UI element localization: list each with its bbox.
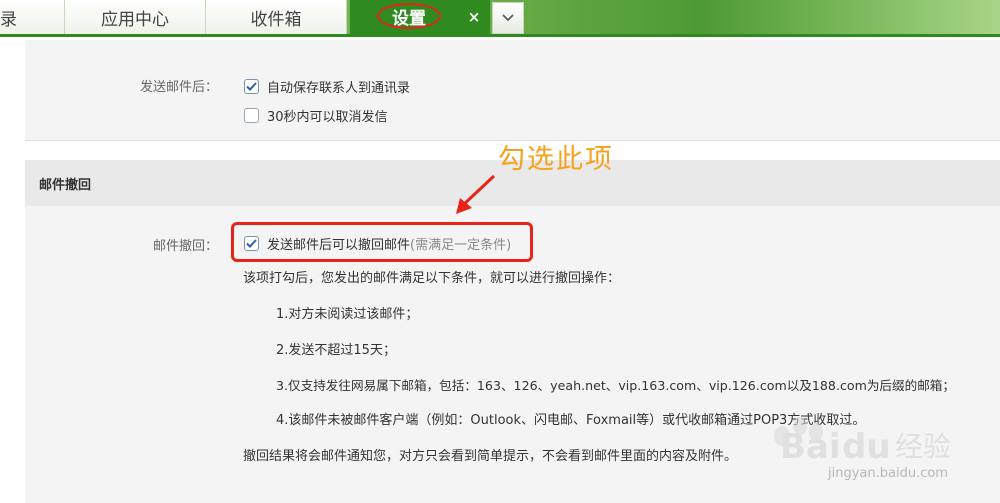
highlight-box [231,222,533,262]
svg-text:经验: 经验 [895,430,951,463]
undo-send-checkbox[interactable] [244,108,259,123]
recall-condition-2: 2.发送不超过15天； [276,343,396,358]
close-icon[interactable]: × [466,9,482,25]
tab-inbox-label: 收件箱 [250,9,302,30]
after-send-label: 发送邮件后： [139,80,218,95]
annotation-text: 勾选此项 [498,144,614,175]
svg-text:Bai: Bai [780,427,841,467]
undo-send-option[interactable]: 30秒内可以取消发信 [244,106,388,125]
tab-partial-label: 录 [0,9,17,30]
tab-partial[interactable]: 录 [0,0,65,34]
undo-send-label: 30秒内可以取消发信 [267,110,388,125]
recall-section-title: 邮件撤回 [39,177,92,193]
tab-settings-label: 设置 [377,3,441,29]
auto-save-contacts-option[interactable]: 自动保存联系人到通讯录 [244,77,410,96]
chevron-down-icon[interactable] [492,2,524,34]
tab-inbox[interactable]: 收件箱 [206,0,347,34]
recall-condition-1: 1.对方未阅读过该邮件； [276,307,419,322]
tab-app-center-label: 应用中心 [101,9,169,30]
auto-save-contacts-checkbox[interactable] [244,79,259,94]
recall-condition-3: 3.仅支持发往网易属下邮箱，包括：163、126、yeah.net、vip.16… [276,378,955,393]
svg-text:du: du [842,427,891,467]
tab-app-center[interactable]: 应用中心 [65,0,206,34]
recall-label: 邮件撤回： [152,239,218,254]
tab-bar: 录 应用中心 收件箱 设置 × [0,0,1000,37]
recall-result-note: 撤回结果将会邮件通知您，对方只会看到简单提示，不会看到邮件里面的内容及附件。 [243,449,738,464]
auto-save-contacts-label: 自动保存联系人到通讯录 [267,81,411,96]
annotation-arrow-icon [456,174,496,214]
watermark-url: jingyan.baidu.com [828,466,948,481]
recall-intro: 该项打勾后，您发出的邮件满足以下条件，就可以进行撤回操作： [243,271,621,286]
